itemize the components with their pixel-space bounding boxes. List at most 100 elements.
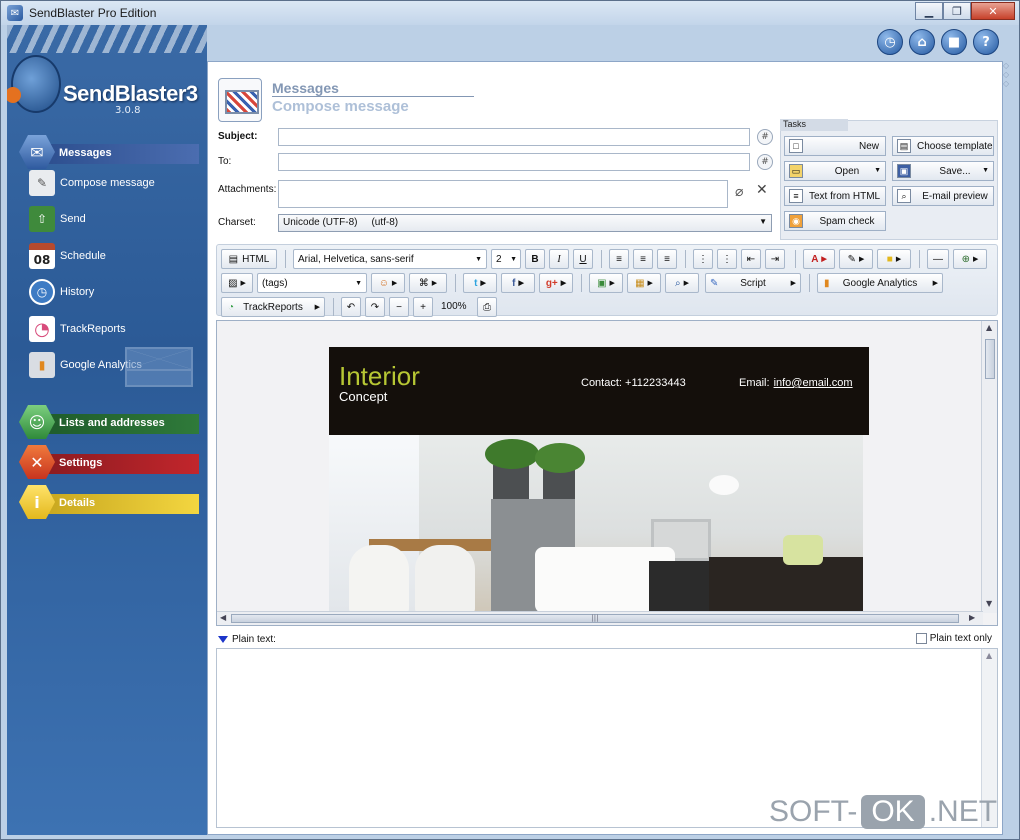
sidebar-item-send[interactable]: ⇧ Send (29, 205, 86, 233)
preview-frame-button[interactable]: ▣ ▶ (589, 273, 623, 293)
zoom-out-button[interactable]: − (389, 297, 409, 317)
editor-vertical-scrollbar[interactable]: ▲ ▼ (981, 321, 997, 613)
align-left-button[interactable]: ≡ (609, 249, 629, 269)
editor-toolbar: ▤ HTML Arial, Helvetica, sans-serif ▼ 2 ▼ B… (216, 244, 998, 317)
print-button[interactable]: ⎙ (477, 297, 497, 317)
background-color-button[interactable]: ■ ▶ (877, 249, 911, 269)
sidebar-section-settings[interactable]: ✕ Settings (19, 445, 199, 479)
bullet-list-button[interactable]: ⋮ (693, 249, 713, 269)
twitter-button[interactable]: t ▶ (463, 273, 497, 293)
plain-text-toggle[interactable]: Plain text: (218, 634, 276, 645)
google-analytics-button[interactable]: ▮ Google Analytics ▶ (817, 273, 943, 293)
undo-button[interactable]: ↶ (341, 297, 361, 317)
email-preview-button[interactable]: ⌕ E-mail preview (892, 186, 994, 206)
italic-button[interactable]: I (549, 249, 569, 269)
app-icon[interactable]: ✉ (7, 5, 23, 21)
scroll-up-icon[interactable]: ▲ (986, 323, 992, 332)
subject-hash-button[interactable]: # (757, 129, 773, 145)
new-button[interactable]: □ New (784, 136, 886, 156)
bold-button[interactable]: B (525, 249, 545, 269)
facebook-button[interactable]: f ▶ (501, 273, 535, 293)
sidebar-section-lists[interactable]: ☺ Lists and addresses (19, 405, 199, 439)
media-icon: ▦ (635, 277, 645, 289)
spam-check-button[interactable]: ◉ Spam check (784, 211, 886, 231)
scroll-thumb[interactable] (985, 339, 995, 379)
snippet-button[interactable]: ⌘ ▶ (409, 273, 447, 293)
personalize-button[interactable]: ☺ ▶ (371, 273, 405, 293)
numbered-list-button[interactable]: ⋮ (717, 249, 737, 269)
plain-text-label: Plain text: (232, 634, 276, 645)
find-button[interactable]: ⌕ ▶ (665, 273, 699, 293)
open-button[interactable]: ▭ Open ▼ (784, 161, 886, 181)
save-icon: ▣ (897, 164, 911, 178)
font-size-select[interactable]: 2 ▼ (491, 249, 521, 269)
checkbox-box (915, 633, 927, 644)
sidebar-section-messages[interactable]: ✉ Messages (19, 135, 199, 169)
help-icon[interactable]: ? (973, 29, 999, 55)
outdent-button[interactable]: ⇤ (741, 249, 761, 269)
video-icon[interactable]: ■ (941, 29, 967, 55)
redo-button[interactable]: ↷ (365, 297, 385, 317)
scroll-thumb[interactable]: ||| (231, 614, 959, 623)
align-right-button[interactable]: ≡ (657, 249, 677, 269)
subject-input[interactable] (278, 128, 750, 146)
to-input[interactable] (278, 153, 750, 171)
underline-button[interactable]: U (573, 249, 593, 269)
chevron-down-icon: ▼ (510, 255, 517, 263)
zoom-in-button[interactable]: + (413, 297, 433, 317)
chevron-down-icon: ▼ (874, 167, 881, 174)
sidebar-item-schedule[interactable]: 08 Schedule (29, 242, 106, 270)
align-center-button[interactable]: ≡ (633, 249, 653, 269)
top-icon-bar: ◷ ⌂ ■ ? (877, 29, 999, 55)
save-button[interactable]: ▣ Save... ▼ (892, 161, 994, 181)
email-preview: Interior Concept Contact: +112233443 Ema… (329, 347, 869, 613)
sidebar-section-details[interactable]: i Details (19, 485, 199, 519)
logo-version: 3.0.8 (115, 105, 141, 116)
insert-image-button[interactable]: ▨ ▶ (221, 273, 253, 293)
script-button[interactable]: ✎ Script ▶ (705, 273, 801, 293)
email-link[interactable]: info@email.com (774, 377, 853, 389)
scroll-up-icon[interactable]: ▲ (986, 651, 992, 660)
remove-attachment-icon[interactable]: ✕ (756, 182, 768, 198)
arrow-right-icon: ▶ (240, 280, 246, 287)
tags-select[interactable]: (tags) ▼ (257, 273, 367, 293)
plain-text-only-checkbox[interactable]: Plain text only (915, 633, 992, 644)
insert-link-button[interactable]: ⊕ ▶ (953, 249, 987, 269)
charset-select[interactable]: Unicode (UTF-8) (utf-8) ▼ (278, 214, 772, 232)
arrow-right-icon: ▶ (518, 280, 524, 287)
google-plus-button[interactable]: g+ ▶ (539, 273, 573, 293)
attachments-input[interactable] (278, 180, 728, 208)
send-icon: ⇧ (29, 206, 55, 232)
indent-button[interactable]: ⇥ (765, 249, 785, 269)
trackreports-button[interactable]: ◔ TrackReports ▶ (221, 297, 325, 317)
font-color-button[interactable]: A ▶ (803, 249, 835, 269)
choose-template-button[interactable]: ▤ Choose template (892, 136, 994, 156)
media-button[interactable]: ▦ ▶ (627, 273, 661, 293)
scroll-left-icon[interactable]: ◀ (220, 613, 226, 622)
text-from-html-button[interactable]: ≡ Text from HTML (784, 186, 886, 206)
photo-pot (543, 469, 575, 499)
scroll-right-icon[interactable]: ▶ (969, 613, 975, 622)
sidebar-item-history[interactable]: ◷ History (29, 278, 94, 306)
horizontal-rule-button[interactable]: — (927, 249, 949, 269)
to-hash-button[interactable]: # (757, 154, 773, 170)
arrow-right-icon: ▶ (895, 256, 902, 263)
highlight-icon: ✎ (847, 253, 856, 265)
scroll-down-icon[interactable]: ▼ (986, 599, 992, 608)
close-button[interactable]: ✕ (971, 2, 1015, 20)
sidebar-item-trackreports[interactable]: ◔ TrackReports (29, 315, 126, 343)
history-icon: ◷ (29, 279, 55, 305)
minimize-button[interactable]: ▁ (915, 2, 943, 20)
editor-horizontal-scrollbar[interactable]: ◀ ||| ▶ (217, 611, 983, 625)
panel-grip[interactable]: ◇ ◇ ◇ (1003, 61, 1017, 91)
clock-icon[interactable]: ◷ (877, 29, 903, 55)
html-mode-button[interactable]: ▤ HTML (221, 249, 277, 269)
paperclip-icon[interactable]: ⌀ (735, 184, 743, 200)
font-select[interactable]: Arial, Helvetica, sans-serif ▼ (293, 249, 487, 269)
home-icon[interactable]: ⌂ (909, 29, 935, 55)
html-editor[interactable]: Interior Concept Contact: +112233443 Ema… (216, 320, 998, 626)
sidebar-item-compose[interactable]: ✎ Compose message (29, 169, 155, 197)
restore-button[interactable]: ❐ (943, 2, 971, 20)
highlight-button[interactable]: ✎ ▶ (839, 249, 873, 269)
main-panel: Messages Compose message Subject: # To: … (207, 61, 1003, 835)
